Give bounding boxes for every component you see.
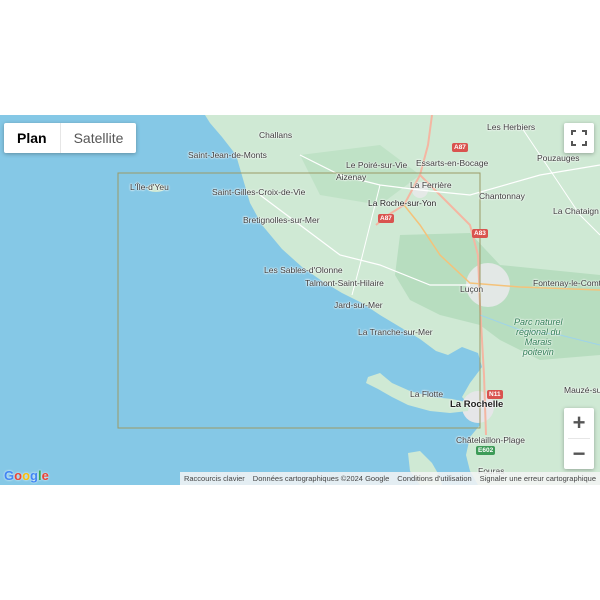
place-label: Les Herbiers xyxy=(487,122,536,132)
road-shield: A83 xyxy=(472,229,488,238)
road-shield: A87 xyxy=(378,214,394,223)
place-label: Mauzé-su xyxy=(564,385,600,395)
map-type-control: Plan Satellite xyxy=(4,123,137,153)
place-label: Parc naturel régional du Marais poitevin xyxy=(514,317,563,357)
place-label: Challans xyxy=(259,130,293,140)
fullscreen-icon xyxy=(571,130,587,146)
place-label: La Flotte xyxy=(410,389,444,399)
google-logo: Google xyxy=(4,468,49,483)
road-shield: E602 xyxy=(476,446,496,455)
place-label: Fontenay-le-Comt xyxy=(533,278,600,288)
place-label: Châtelaillon-Plage xyxy=(456,435,525,445)
plan-button[interactable]: Plan xyxy=(4,123,61,153)
keyboard-shortcuts-link[interactable]: Raccourcis clavier xyxy=(180,472,249,485)
place-label: Talmont-Saint-Hilaire xyxy=(305,278,384,288)
place-label: Saint-Jean-de-Monts xyxy=(188,150,267,160)
fullscreen-button[interactable] xyxy=(564,123,594,153)
place-label: Le Poiré-sur-Vie xyxy=(346,160,408,170)
map-data-text: Données cartographiques ©2024 Google xyxy=(252,474,390,483)
place-label: La Ferrière xyxy=(410,180,452,190)
zoom-in-button[interactable]: + xyxy=(564,408,594,438)
attribution-bar: Raccourcis clavier Données cartographiqu… xyxy=(179,472,600,485)
place-label: Les Sables-d'Olonne xyxy=(264,265,343,275)
place-label: La Tranche-sur-Mer xyxy=(358,327,433,337)
map-area[interactable]: Challans Les Herbiers Saint-Jean-de-Mont… xyxy=(0,115,600,485)
terms-link[interactable]: Conditions d'utilisation xyxy=(393,472,475,485)
place-label: Essarts-en-Bocage xyxy=(416,158,489,168)
report-error-link[interactable]: Signaler une erreur cartographique xyxy=(476,472,600,485)
road-shield: A87 xyxy=(452,143,468,152)
road-shield: N11 xyxy=(487,390,503,399)
place-label: Luçon xyxy=(460,284,484,294)
place-label: Chantonnay xyxy=(479,191,525,201)
place-label: La Rochelle xyxy=(450,399,504,410)
place-label: Pouzauges xyxy=(537,153,580,163)
place-label: Bretignolles-sur-Mer xyxy=(243,215,320,225)
place-label: Saint-Gilles-Croix-de-Vie xyxy=(212,187,306,197)
map-tiles xyxy=(117,115,600,485)
satellite-button[interactable]: Satellite xyxy=(61,123,137,153)
zoom-control: + − xyxy=(564,408,594,469)
zoom-out-button[interactable]: − xyxy=(564,439,594,469)
place-label: Aizenay xyxy=(336,172,367,182)
place-label: La Chataign xyxy=(553,206,599,216)
place-label: La Roche-sur-Yon xyxy=(368,198,437,208)
place-label: L'Île-d'Yeu xyxy=(130,182,169,192)
place-label: Jard-sur-Mer xyxy=(334,300,383,310)
